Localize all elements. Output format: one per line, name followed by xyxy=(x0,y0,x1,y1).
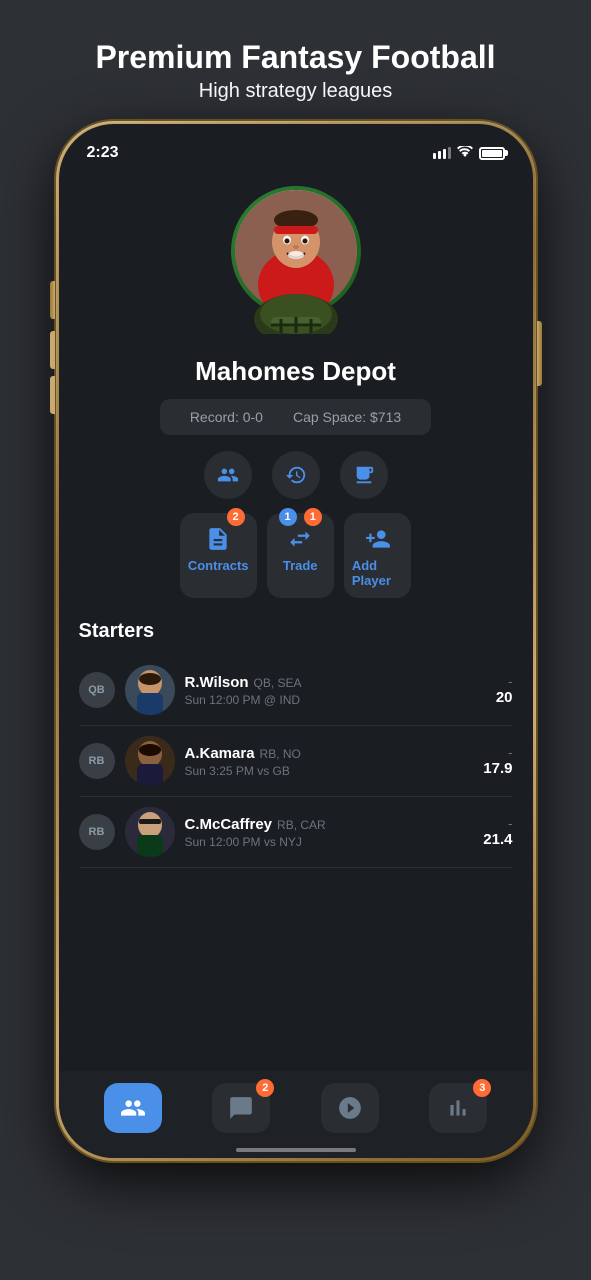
stats-pill: Record: 0-0 Cap Space: $713 xyxy=(160,399,431,435)
bottom-nav: 2 3 xyxy=(59,1071,533,1158)
team-name: Mahomes Depot xyxy=(195,356,396,387)
nav-roster[interactable] xyxy=(104,1083,162,1133)
player-info-ak: A.Kamara RB, NO Sun 3:25 PM vs GB xyxy=(185,745,474,778)
player-score-rw: - 20 xyxy=(496,674,513,707)
contracts-btn[interactable]: 2 Contracts xyxy=(180,513,257,598)
record-stat: Record: 0-0 xyxy=(190,409,263,425)
capspace-stat: Cap Space: $713 xyxy=(293,409,401,425)
status-icons xyxy=(433,145,505,161)
nav-scores[interactable] xyxy=(321,1083,379,1133)
player-name-mc: C.McCaffrey xyxy=(185,816,273,833)
header-title: Premium Fantasy Football xyxy=(95,38,495,76)
trade-label: Trade xyxy=(283,558,318,573)
battery-icon xyxy=(479,147,505,160)
player-name-ak: A.Kamara xyxy=(185,745,255,762)
starters-section: Starters QB R.Wilson xyxy=(59,620,533,868)
standings-badge: 3 xyxy=(473,1079,491,1097)
player-score-ak: - 17.9 xyxy=(483,745,512,778)
position-badge-rb2: RB xyxy=(79,814,115,850)
contracts-label: Contracts xyxy=(188,558,249,573)
phone-screen: 2:23 xyxy=(59,124,533,1158)
trade-badge-right: 1 xyxy=(304,508,322,526)
contracts-badge: 2 xyxy=(227,508,245,526)
history-quick-btn[interactable] xyxy=(272,451,320,499)
stats-bar: Record: 0-0 Cap Space: $713 xyxy=(160,399,431,435)
player-game-ak: Sun 3:25 PM vs GB xyxy=(185,764,474,778)
team-avatar-container xyxy=(231,186,361,316)
player-pos-team-rw: QB, SEA xyxy=(254,676,302,690)
home-indicator xyxy=(236,1148,356,1152)
trade-badge-left: 1 xyxy=(279,508,297,526)
trade-btn[interactable]: 1 1 Trade xyxy=(267,513,334,598)
player-row-mc[interactable]: RB C.McCaffrey RB, CAR xyxy=(79,797,513,868)
trade-icon xyxy=(286,525,314,553)
player-avatar-mc xyxy=(125,807,175,857)
status-time: 2:23 xyxy=(87,144,119,162)
player-avatar-ak xyxy=(125,736,175,786)
quick-actions-row xyxy=(204,451,388,499)
nav-chat[interactable]: 2 xyxy=(212,1083,270,1133)
player-name-rw: R.Wilson xyxy=(185,674,249,691)
player-score-mc: - 21.4 xyxy=(483,816,512,849)
starters-title: Starters xyxy=(79,620,513,643)
phone-frame: 2:23 xyxy=(56,121,536,1161)
nav-standings[interactable]: 3 xyxy=(429,1083,487,1133)
wifi-icon xyxy=(457,145,473,161)
contracts-icon xyxy=(204,525,232,553)
chat-badge: 2 xyxy=(256,1079,274,1097)
player-game-mc: Sun 12:00 PM vs NYJ xyxy=(185,835,474,849)
roster-quick-btn[interactable] xyxy=(204,451,252,499)
add-player-label: Add Player xyxy=(352,558,403,588)
player-row-rw[interactable]: QB R.Wilson QB, SEA xyxy=(79,655,513,726)
player-pos-team-ak: RB, NO xyxy=(260,747,301,761)
header-subtitle: High strategy leagues xyxy=(95,80,495,103)
add-player-btn[interactable]: Add Player xyxy=(344,513,411,598)
notch xyxy=(218,124,373,154)
player-row-ak[interactable]: RB A.Kamara RB, NO xyxy=(79,726,513,797)
player-avatar-rw xyxy=(125,665,175,715)
position-badge-rb1: RB xyxy=(79,743,115,779)
player-pos-team-mc: RB, CAR xyxy=(277,818,326,832)
signal-icon xyxy=(433,147,451,159)
header-section: Premium Fantasy Football High strategy l… xyxy=(75,0,515,121)
add-player-icon xyxy=(364,525,392,553)
app-content: Mahomes Depot Record: 0-0 Cap Space: $71… xyxy=(59,168,533,868)
player-info-rw: R.Wilson QB, SEA Sun 12:00 PM @ IND xyxy=(185,674,486,707)
action-buttons-row: 2 Contracts 1 1 xyxy=(160,513,431,598)
player-game-rw: Sun 12:00 PM @ IND xyxy=(185,693,486,707)
position-badge-qb: QB xyxy=(79,672,115,708)
news-quick-btn[interactable] xyxy=(340,451,388,499)
player-info-mc: C.McCaffrey RB, CAR Sun 12:00 PM vs NYJ xyxy=(185,816,474,849)
